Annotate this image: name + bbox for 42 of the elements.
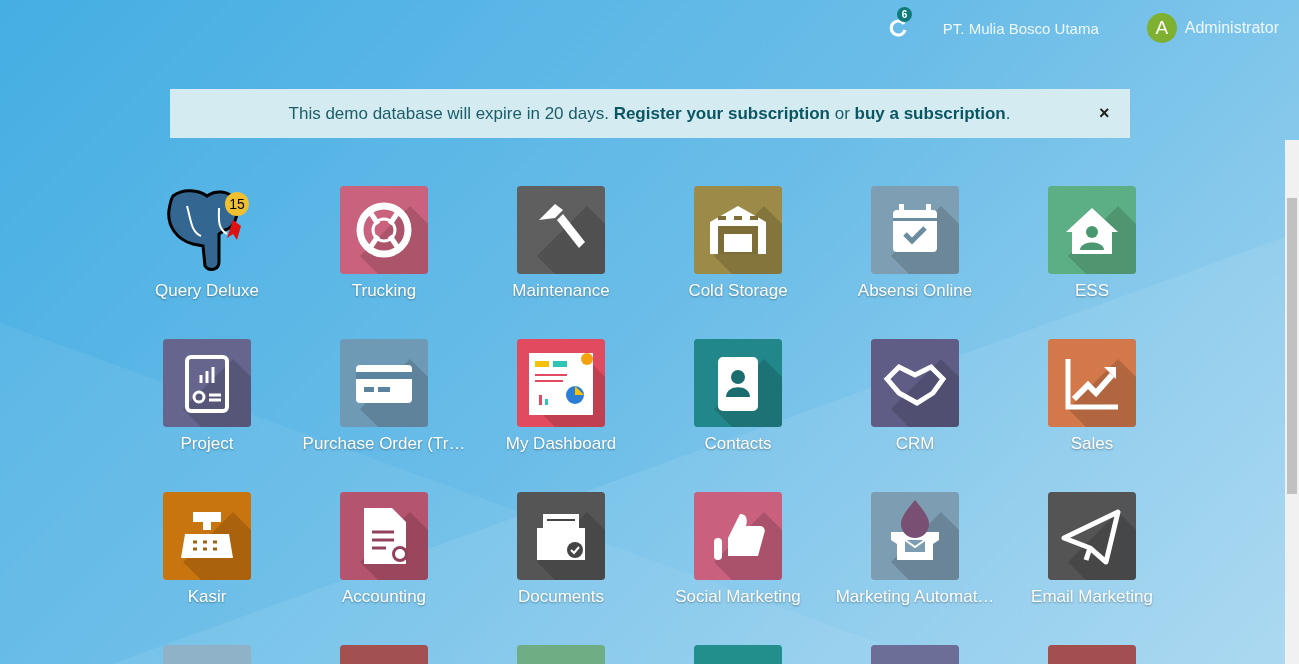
- app-label[interactable]: Trucking: [351, 281, 417, 301]
- app-label[interactable]: Query Deluxe: [155, 281, 259, 301]
- app-label[interactable]: Project: [180, 434, 234, 454]
- app-label[interactable]: Sales: [1070, 434, 1114, 454]
- cash-register-icon[interactable]: [163, 492, 251, 580]
- calendar-check-icon[interactable]: [871, 186, 959, 274]
- paper-plane-icon[interactable]: [1048, 492, 1136, 580]
- dashboard-icon[interactable]: [517, 339, 605, 427]
- clipboard-chart-icon[interactable]: [163, 339, 251, 427]
- app-label[interactable]: Absensi Online: [857, 281, 973, 301]
- drop-gear-icon[interactable]: [871, 492, 959, 580]
- app-label[interactable]: Documents: [518, 587, 604, 607]
- level-number: 15: [229, 196, 245, 212]
- app-label[interactable]: Social Marketing: [675, 587, 801, 607]
- expiry-message: This demo database will expire in 20 days. Register your subscription or buy a subscription.: [288, 103, 1011, 124]
- app-label[interactable]: ESS: [1075, 281, 1109, 301]
- notification-count: 6: [896, 7, 913, 22]
- app-label[interactable]: Cold Storage: [688, 281, 788, 301]
- house-person-icon[interactable]: [1048, 186, 1136, 274]
- lifebuoy-icon[interactable]: [340, 186, 428, 274]
- app-label[interactable]: Kasir: [187, 587, 227, 607]
- app-label[interactable]: Maintenance: [512, 281, 610, 301]
- archive-box-icon[interactable]: [517, 492, 605, 580]
- user-menu[interactable]: Administrator: [1184, 19, 1279, 37]
- activity-icon[interactable]: [888, 18, 909, 38]
- card-icon[interactable]: [340, 339, 428, 427]
- address-book-icon[interactable]: [694, 339, 782, 427]
- app-label[interactable]: Marketing Automat…: [835, 587, 995, 607]
- trend-chart-icon[interactable]: [1048, 339, 1136, 427]
- company-switcher[interactable]: PT. Mulia Bosco Utama: [942, 19, 1099, 37]
- close-button[interactable]: ×: [1097, 103, 1112, 124]
- user-avatar[interactable]: A: [1146, 13, 1177, 43]
- warehouse-icon[interactable]: [694, 186, 782, 274]
- app-label[interactable]: Purchase Order (Tr…: [302, 434, 466, 454]
- hammer-icon[interactable]: [517, 186, 605, 274]
- app-label[interactable]: Contacts: [704, 434, 772, 454]
- app-label[interactable]: CRM: [895, 434, 935, 454]
- app-label[interactable]: Email Marketing: [1031, 587, 1153, 607]
- app-label[interactable]: Accounting: [341, 587, 427, 607]
- document-gear-icon[interactable]: [340, 492, 428, 580]
- thumbs-up-icon[interactable]: [694, 492, 782, 580]
- app-label[interactable]: My Dashboard: [505, 434, 617, 454]
